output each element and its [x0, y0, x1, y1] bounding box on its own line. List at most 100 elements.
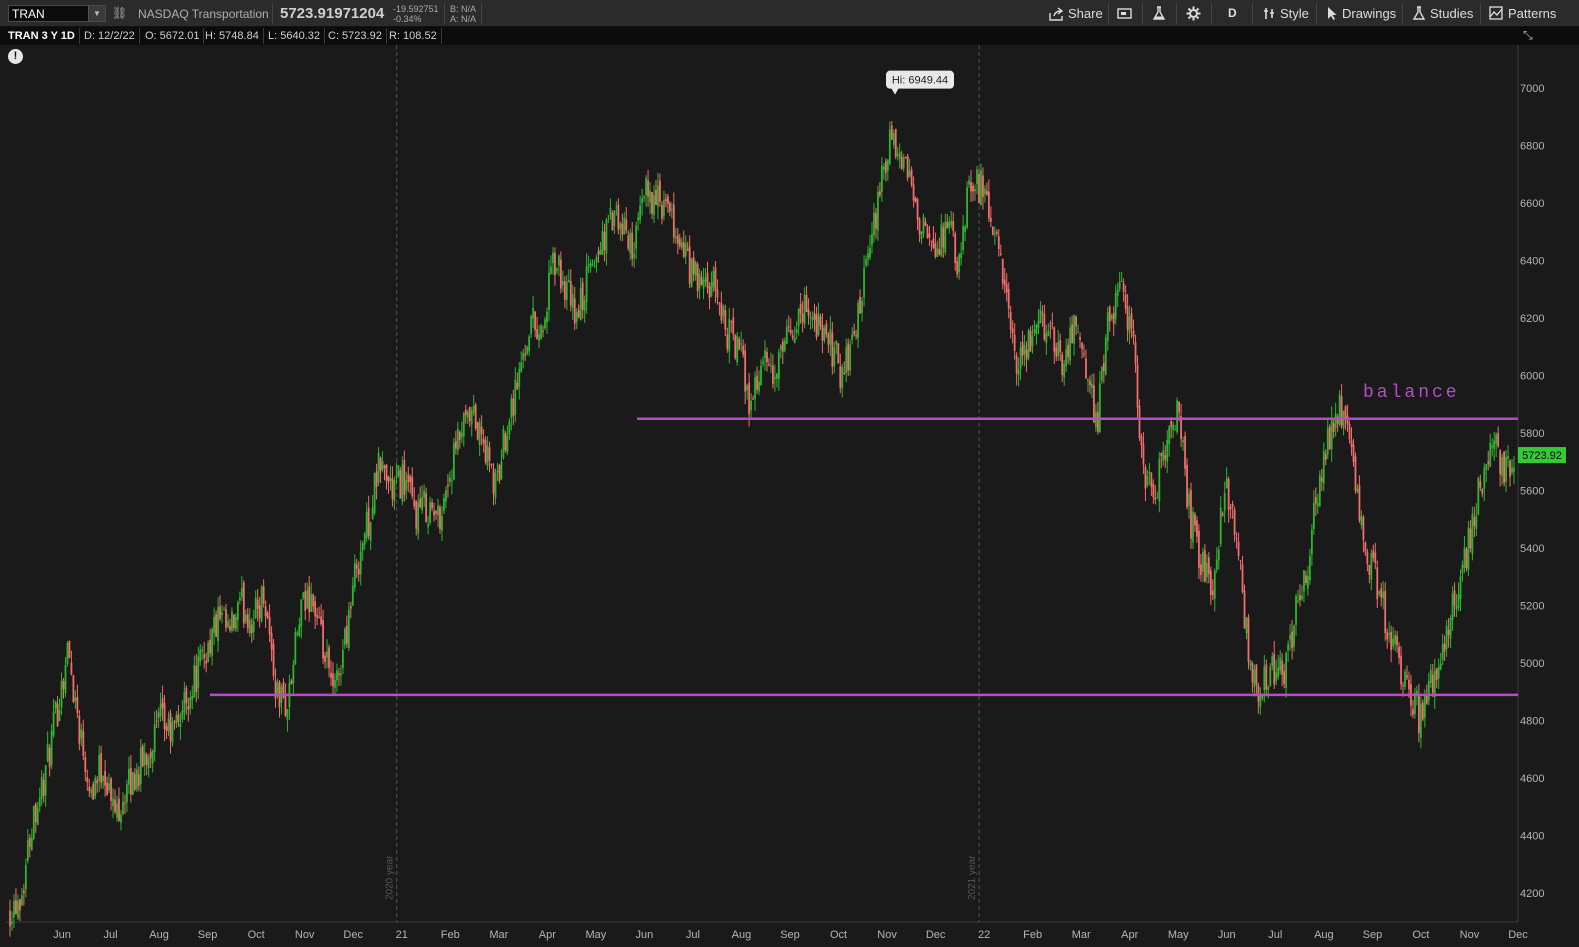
candle-body [1188, 493, 1190, 507]
candle-body [1392, 638, 1395, 647]
candle-body [1447, 629, 1450, 635]
candle-body [989, 217, 992, 222]
candle-body [1037, 321, 1040, 329]
candle-body [349, 606, 352, 609]
candle-body [353, 562, 356, 588]
candle-body [1437, 666, 1440, 679]
candle-body [1015, 355, 1018, 374]
snapshot-button[interactable] [1117, 4, 1136, 23]
candle-body [304, 591, 307, 611]
candle-body [890, 125, 893, 140]
candle-body [260, 586, 263, 622]
candle-body [405, 480, 408, 491]
candle-body [1495, 434, 1498, 445]
price-axis-label: 4600 [1520, 773, 1544, 785]
candle-body [653, 195, 655, 216]
candle-body [835, 340, 838, 345]
candle-body [841, 367, 844, 389]
candle-body [233, 614, 235, 629]
price-axis-panel[interactable] [1518, 45, 1579, 922]
collapse-icon[interactable]: ⤡ [1523, 28, 1533, 43]
flask-button[interactable] [1152, 4, 1170, 23]
candle-body [1299, 595, 1301, 601]
candle-body [209, 639, 212, 654]
candle-body [938, 249, 941, 255]
candle-body [320, 616, 323, 625]
candle-body [244, 614, 247, 622]
bar-low: L: 5640.32 [264, 28, 325, 44]
candle-body [1156, 496, 1159, 498]
candle-body [556, 268, 558, 271]
candle-body [974, 189, 976, 192]
candle-body [936, 248, 939, 258]
last-price-tag-label: 5723.92 [1522, 450, 1562, 462]
link-icon[interactable]: ⛓ [112, 6, 127, 20]
chart-plot-area[interactable] [6, 45, 1518, 922]
candle-body [520, 362, 523, 372]
price-axis-label: 4400 [1520, 831, 1544, 843]
candle-body [1285, 653, 1288, 689]
time-axis-label: Jun [53, 929, 71, 941]
time-axis-panel[interactable] [6, 922, 1518, 947]
candle-body [266, 612, 269, 618]
candle-body [1503, 451, 1505, 483]
price-chart[interactable]: 2020 year 2021 year balance 4200440046004… [0, 0, 1579, 947]
candle-body [904, 157, 907, 159]
candle-body [847, 343, 850, 371]
candle-body [1057, 342, 1060, 356]
candle-body [1362, 517, 1365, 540]
candle-body [1017, 369, 1020, 376]
candle-body [456, 428, 459, 451]
candle-body [340, 673, 342, 676]
candle-body [587, 263, 590, 265]
studies-button[interactable]: Studies [1412, 4, 1473, 23]
candle-body [978, 173, 980, 204]
share-button[interactable]: Share [1049, 4, 1103, 23]
candle-body [296, 633, 299, 635]
chevron-down-icon[interactable]: ▼ [88, 6, 105, 21]
candle-body [264, 606, 267, 617]
candle-body [1293, 625, 1295, 647]
time-axis-label: Jul [1268, 929, 1282, 941]
candle-body [869, 247, 871, 258]
patterns-button[interactable]: Patterns [1489, 4, 1556, 23]
candle-body [124, 802, 126, 804]
candle-body [896, 153, 899, 157]
candle-body [1138, 405, 1141, 439]
candle-body [1259, 695, 1262, 707]
candle-body [330, 672, 332, 678]
divider [1252, 3, 1253, 24]
candle-body [480, 426, 483, 435]
candle-body [752, 398, 754, 400]
candle-body [615, 206, 618, 208]
alert-icon[interactable]: ! [8, 49, 23, 64]
candle-body [284, 694, 287, 716]
symbol-selector[interactable]: ▼ [8, 5, 106, 22]
settings-button[interactable] [1186, 4, 1205, 23]
candle-body [813, 312, 816, 320]
time-axis-label: Dec [343, 929, 363, 941]
candle-body [22, 890, 25, 894]
candle-body [141, 745, 144, 767]
candle-body [970, 182, 972, 192]
candle-body [98, 754, 101, 782]
drawings-button[interactable]: Drawings [1326, 4, 1396, 23]
candle-body [441, 516, 443, 531]
candle-body [1162, 450, 1165, 461]
candle-body [290, 680, 293, 684]
candle-body [1001, 258, 1004, 284]
candle-body [1251, 663, 1254, 683]
candle-body [476, 422, 479, 440]
candle-body [435, 511, 437, 514]
candle-body [789, 329, 792, 334]
aggregation-button[interactable]: D [1228, 4, 1237, 23]
time-axis-label: Jul [686, 929, 700, 941]
style-button[interactable]: Style [1263, 4, 1309, 23]
symbol-input[interactable] [12, 6, 84, 21]
candle-body [764, 350, 766, 359]
candle-body [508, 421, 511, 435]
candle-body [1404, 671, 1406, 687]
candle-body [187, 706, 190, 710]
candle-body [147, 757, 150, 769]
symbol-period[interactable]: TRAN 3 Y 1D [4, 28, 80, 44]
